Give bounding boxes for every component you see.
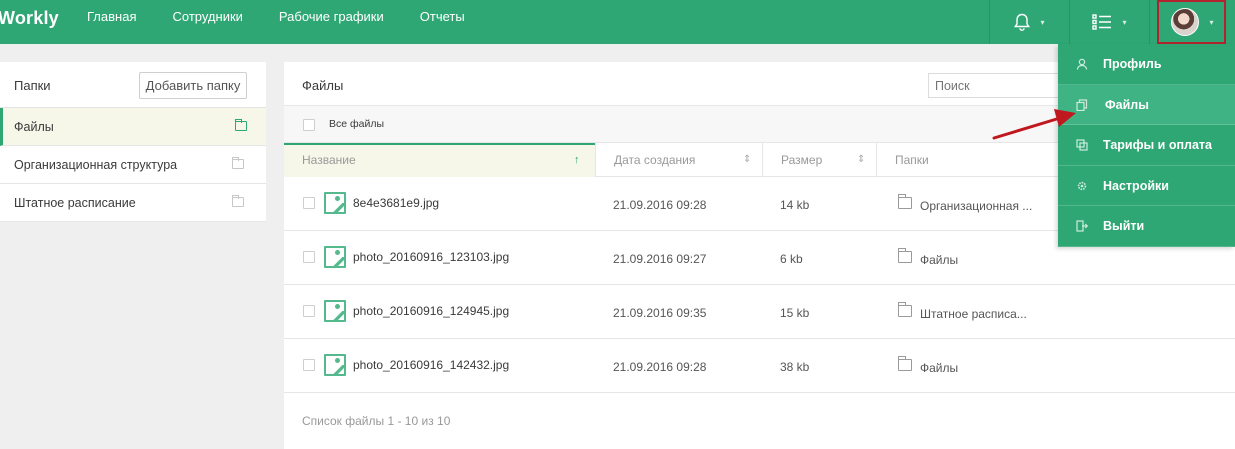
folder-icon [897,194,912,209]
column-label: Размер [781,153,823,167]
menu-item-logout[interactable]: Выйти [1058,206,1235,247]
pagination-summary: Список файлы 1 - 10 из 10 [302,414,451,428]
column-header-name[interactable]: Название ↑ [284,143,595,177]
chevron-down-icon: ▾ [1040,17,1045,27]
image-file-icon [324,300,346,322]
image-file-icon [324,192,346,214]
column-header-date[interactable]: Дата создания ⇕ [595,143,762,177]
menu-item-profile[interactable]: Профиль [1058,44,1235,85]
file-size: 6 kb [780,252,803,266]
menu-item-label: Файлы [1105,97,1149,112]
folders-header: Папки Добавить папку [0,62,266,108]
file-name[interactable]: photo_20160916_124945.jpg [353,304,509,318]
search-input[interactable] [928,73,1068,98]
sort-icon: ⇕ [857,154,866,165]
nav-item-schedules[interactable]: Рабочие графики [279,0,384,44]
column-label: Дата создания [614,153,696,167]
folders-panel: Папки Добавить папку Файлы Организационн… [0,62,266,222]
menu-item-label: Выйти [1103,219,1145,234]
top-navbar: Workly Главная Сотрудники Рабочие график… [0,0,1235,44]
folder-item-files[interactable]: Файлы [0,108,266,146]
folder-icon [897,248,912,263]
row-checkbox[interactable] [303,359,315,371]
user-dropdown-menu: Профиль Файлы Тарифы и оплата Настройки … [1058,44,1235,247]
image-file-icon [324,354,346,376]
nav-item-home[interactable]: Главная [87,0,136,44]
column-label: Папки [895,153,929,167]
files-title: Файлы [302,78,344,93]
add-folder-button[interactable]: Добавить папку [139,72,247,99]
bell-icon [1014,13,1031,31]
column-label: Название [302,153,356,167]
notifications-button[interactable]: ▾ [989,0,1069,44]
menu-item-label: Настройки [1103,178,1169,193]
file-date: 21.09.2016 09:28 [613,360,707,374]
sort-icon: ⇕ [743,154,752,165]
select-all-label: Все файлы [329,118,385,130]
file-name[interactable]: 8e4e3681e9.jpg [353,196,439,210]
file-size: 38 kb [780,360,810,374]
chevron-down-icon: ▾ [1122,17,1127,27]
sort-asc-icon: ↑ [574,154,580,166]
tasks-menu-button[interactable]: ▾ [1069,0,1149,44]
folder-item-staffing[interactable]: Штатное расписание [0,184,266,222]
folder-item-label: Файлы [14,120,54,134]
gear-icon [1077,181,1087,190]
menu-item-tariffs[interactable]: Тарифы и оплата [1058,125,1235,166]
file-date: 21.09.2016 09:28 [613,198,707,212]
file-folder: Организационная ... [920,199,1033,213]
column-header-folder[interactable]: Папки [876,143,1056,177]
table-row[interactable]: photo_20160916_142432.jpg 21.09.2016 09:… [284,339,1235,393]
folder-open-icon [235,119,247,131]
table-row[interactable]: photo_20160916_124945.jpg 21.09.2016 09:… [284,285,1235,339]
menu-item-files[interactable]: Файлы [1058,84,1235,126]
logout-icon [1076,220,1088,232]
folder-icon [232,195,244,207]
menu-item-label: Профиль [1103,57,1162,71]
profile-icon [1076,58,1088,70]
file-folder: Штатное расписа... [920,307,1027,321]
app-logo[interactable]: Workly [0,8,59,29]
main-nav: Главная Сотрудники Рабочие графики Отчет… [87,0,501,44]
row-checkbox[interactable] [303,305,315,317]
row-checkbox[interactable] [303,251,315,263]
select-all-checkbox[interactable] [303,119,315,131]
folder-icon [232,157,244,169]
folder-item-label: Организационная структура [14,158,178,172]
file-name[interactable]: photo_20160916_142432.jpg [353,358,509,372]
folder-icon [897,356,912,371]
menu-item-settings[interactable]: Настройки [1058,166,1235,207]
folder-icon [897,302,912,317]
file-size: 15 kb [780,306,810,320]
nav-item-reports[interactable]: Отчеты [420,0,465,44]
row-checkbox[interactable] [303,197,315,209]
file-date: 21.09.2016 09:35 [613,306,707,320]
folder-item-label: Штатное расписание [14,196,136,210]
folders-title: Папки [14,78,51,93]
nav-item-employees[interactable]: Сотрудники [172,0,242,44]
file-date: 21.09.2016 09:27 [613,252,707,266]
file-folder: Файлы [920,253,959,267]
image-file-icon [324,246,346,268]
highlight-box [1157,0,1226,44]
file-size: 14 kb [780,198,810,212]
menu-item-label: Тарифы и оплата [1103,138,1212,153]
file-folder: Файлы [920,361,959,375]
folder-item-org-structure[interactable]: Организационная структура [0,146,266,184]
file-name[interactable]: photo_20160916_123103.jpg [353,250,509,264]
column-header-size[interactable]: Размер ⇕ [762,143,876,177]
list-icon [1092,14,1112,30]
annotation-arrow [992,109,1076,140]
